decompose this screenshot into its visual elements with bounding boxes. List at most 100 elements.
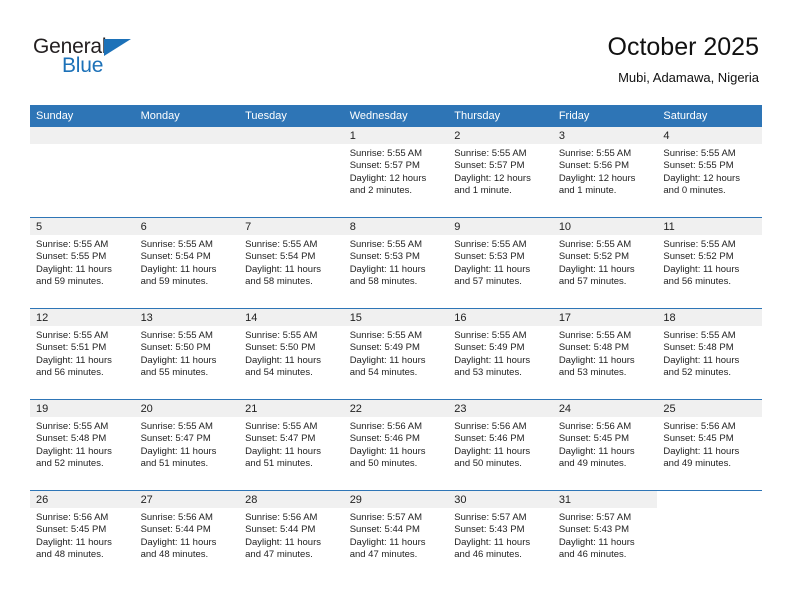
generalblue-logo[interactable]: General Blue bbox=[33, 36, 173, 82]
day-cell: 23 Sunrise: 5:56 AM Sunset: 5:46 PM Dayligh… bbox=[448, 400, 553, 490]
day-number: 11 bbox=[657, 218, 762, 235]
calendar-cell[interactable]: 28 Sunrise: 5:56 AM Sunset: 5:44 PM Dayligh… bbox=[239, 490, 344, 581]
daylight-duration-line1: Daylight: 11 hours bbox=[558, 263, 635, 275]
day-details: Sunrise: 5:56 AM Sunset: 5:45 PM Daylight:… bbox=[553, 417, 658, 470]
day-number: 31 bbox=[552, 491, 658, 508]
calendar-cell[interactable]: 22 Sunrise: 5:56 AM Sunset: 5:46 PM Dayligh… bbox=[343, 399, 449, 491]
sunrise-time: Sunrise: 5:55 AM bbox=[36, 239, 109, 250]
daylight-duration-line2: and 57 minutes. bbox=[454, 275, 522, 287]
calendar-cell[interactable]: 24 Sunrise: 5:56 AM Sunset: 5:45 PM Dayligh… bbox=[552, 399, 658, 491]
calendar-cell[interactable]: 4 Sunrise: 5:55 AM Sunset: 5:55 PM Daylight… bbox=[657, 127, 762, 218]
calendar-cell[interactable]: 9 Sunrise: 5:55 AM Sunset: 5:53 PM Daylight… bbox=[448, 217, 553, 309]
calendar-cell[interactable]: 27 Sunrise: 5:56 AM Sunset: 5:44 PM Dayligh… bbox=[134, 490, 240, 581]
sunset-time: Sunset: 5:43 PM bbox=[558, 524, 630, 536]
calendar-cell[interactable]: 10 Sunrise: 5:55 AM Sunset: 5:52 PM Dayligh… bbox=[552, 217, 658, 309]
day-cell: 20 Sunrise: 5:55 AM Sunset: 5:47 PM Dayligh… bbox=[134, 400, 240, 490]
day-details: Sunrise: 5:55 AM Sunset: 5:52 PM Daylight:… bbox=[553, 235, 658, 288]
day-details: Sunrise: 5:56 AM Sunset: 5:45 PM Daylight:… bbox=[30, 508, 135, 561]
calendar-cell[interactable]: 15 Sunrise: 5:55 AM Sunset: 5:49 PM Dayligh… bbox=[343, 308, 449, 400]
sunset-time: Sunset: 5:52 PM bbox=[558, 251, 630, 263]
calendar-grid: Sunday Monday Tuesday Wednesday Thursday… bbox=[30, 105, 762, 581]
calendar-cell[interactable]: 5 Sunrise: 5:55 AM Sunset: 5:55 PM Daylight… bbox=[30, 217, 135, 309]
daylight-duration-line2: and 48 minutes. bbox=[36, 548, 104, 560]
sunset-time: Sunset: 5:45 PM bbox=[663, 433, 734, 445]
day-cell: 14 Sunrise: 5:55 AM Sunset: 5:50 PM Dayligh… bbox=[239, 309, 344, 399]
calendar-cell[interactable]: 11 Sunrise: 5:55 AM Sunset: 5:52 PM Dayligh… bbox=[657, 217, 762, 309]
calendar-cell[interactable]: 16 Sunrise: 5:55 AM Sunset: 5:49 PM Dayligh… bbox=[448, 308, 553, 400]
day-details: Sunrise: 5:55 AM Sunset: 5:52 PM Daylight:… bbox=[657, 235, 762, 288]
day-cell-empty bbox=[239, 127, 344, 217]
daylight-duration-line2: and 54 minutes. bbox=[245, 366, 313, 378]
sunrise-time: Sunrise: 5:56 AM bbox=[663, 421, 736, 432]
day-number: 17 bbox=[552, 309, 658, 326]
day-details: Sunrise: 5:56 AM Sunset: 5:45 PM Daylight:… bbox=[657, 417, 762, 470]
weekday-header-thursday: Thursday bbox=[448, 105, 553, 127]
sunrise-time: Sunrise: 5:55 AM bbox=[663, 148, 736, 159]
day-details: Sunrise: 5:55 AM Sunset: 5:50 PM Daylight:… bbox=[135, 326, 240, 379]
daylight-duration-line1: Daylight: 11 hours bbox=[36, 354, 112, 366]
daylight-duration-line2: and 48 minutes. bbox=[140, 548, 209, 560]
daylight-duration-line2: and 53 minutes. bbox=[454, 366, 522, 378]
calendar-body: 1 Sunrise: 5:55 AM Sunset: 5:57 PM Daylight… bbox=[30, 127, 762, 581]
calendar-cell[interactable]: 19 Sunrise: 5:55 AM Sunset: 5:48 PM Dayligh… bbox=[30, 399, 135, 491]
day-number: 24 bbox=[552, 400, 658, 417]
day-cell: 18 Sunrise: 5:55 AM Sunset: 5:48 PM Dayligh… bbox=[657, 309, 762, 399]
day-cell: 25 Sunrise: 5:56 AM Sunset: 5:45 PM Dayligh… bbox=[657, 400, 762, 490]
daylight-duration-line2: and 53 minutes. bbox=[558, 366, 627, 378]
calendar-week-row: 5 Sunrise: 5:55 AM Sunset: 5:55 PM Daylight… bbox=[30, 217, 762, 309]
calendar-cell[interactable]: 20 Sunrise: 5:55 AM Sunset: 5:47 PM Dayligh… bbox=[134, 399, 240, 491]
daylight-duration-line1: Daylight: 11 hours bbox=[140, 536, 217, 548]
sunset-time: Sunset: 5:49 PM bbox=[454, 342, 525, 354]
calendar-cell[interactable]: 2 Sunrise: 5:55 AM Sunset: 5:57 PM Daylight… bbox=[448, 127, 553, 218]
calendar-cell[interactable]: 13 Sunrise: 5:55 AM Sunset: 5:50 PM Dayligh… bbox=[134, 308, 240, 400]
calendar-cell[interactable]: 29 Sunrise: 5:57 AM Sunset: 5:44 PM Dayligh… bbox=[343, 490, 449, 581]
day-number bbox=[657, 491, 762, 508]
calendar-cell[interactable]: 23 Sunrise: 5:56 AM Sunset: 5:46 PM Dayligh… bbox=[448, 399, 553, 491]
calendar-cell[interactable]: 6 Sunrise: 5:55 AM Sunset: 5:54 PM Daylight… bbox=[134, 217, 240, 309]
weekday-header-wednesday: Wednesday bbox=[343, 105, 449, 127]
sunset-time: Sunset: 5:51 PM bbox=[36, 342, 107, 354]
calendar-cell[interactable]: 7 Sunrise: 5:55 AM Sunset: 5:54 PM Daylight… bbox=[239, 217, 344, 309]
day-number: 16 bbox=[448, 309, 553, 326]
day-number: 5 bbox=[30, 218, 135, 235]
calendar-week-row: 19 Sunrise: 5:55 AM Sunset: 5:48 PM Dayligh… bbox=[30, 399, 762, 491]
daylight-duration-line1: Daylight: 11 hours bbox=[349, 445, 426, 457]
daylight-duration-line1: Daylight: 11 hours bbox=[245, 536, 321, 548]
sunrise-time: Sunrise: 5:56 AM bbox=[245, 512, 318, 523]
calendar-cell bbox=[134, 127, 240, 218]
sunset-time: Sunset: 5:47 PM bbox=[140, 433, 211, 445]
day-details: Sunrise: 5:55 AM Sunset: 5:48 PM Daylight:… bbox=[553, 326, 658, 379]
daylight-duration-line1: Daylight: 11 hours bbox=[663, 263, 740, 275]
calendar-header-row: Sunday Monday Tuesday Wednesday Thursday… bbox=[30, 105, 762, 127]
daylight-duration-line2: and 56 minutes. bbox=[36, 366, 104, 378]
weekday-header-friday: Friday bbox=[552, 105, 658, 127]
sunset-time: Sunset: 5:57 PM bbox=[454, 160, 525, 172]
calendar-cell[interactable]: 21 Sunrise: 5:55 AM Sunset: 5:47 PM Dayligh… bbox=[239, 399, 344, 491]
sunrise-time: Sunrise: 5:55 AM bbox=[36, 330, 109, 341]
calendar-cell[interactable]: 12 Sunrise: 5:55 AM Sunset: 5:51 PM Dayligh… bbox=[30, 308, 135, 400]
calendar-cell[interactable]: 8 Sunrise: 5:55 AM Sunset: 5:53 PM Daylight… bbox=[343, 217, 449, 309]
calendar-cell[interactable]: 30 Sunrise: 5:57 AM Sunset: 5:43 PM Dayligh… bbox=[448, 490, 553, 581]
sunset-time: Sunset: 5:48 PM bbox=[558, 342, 630, 354]
calendar-cell[interactable]: 26 Sunrise: 5:56 AM Sunset: 5:45 PM Dayligh… bbox=[30, 490, 135, 581]
day-details: Sunrise: 5:55 AM Sunset: 5:57 PM Daylight:… bbox=[448, 144, 553, 197]
calendar-cell[interactable]: 18 Sunrise: 5:55 AM Sunset: 5:48 PM Dayligh… bbox=[657, 308, 762, 400]
sunrise-time: Sunrise: 5:55 AM bbox=[349, 330, 423, 341]
sunset-time: Sunset: 5:43 PM bbox=[454, 524, 525, 536]
daylight-duration-line1: Daylight: 11 hours bbox=[140, 263, 217, 275]
daylight-duration-line2: and 55 minutes. bbox=[140, 366, 209, 378]
calendar-cell bbox=[239, 127, 344, 218]
calendar-cell[interactable]: 3 Sunrise: 5:55 AM Sunset: 5:56 PM Daylight… bbox=[552, 127, 658, 218]
day-details: Sunrise: 5:55 AM Sunset: 5:57 PM Daylight:… bbox=[344, 144, 449, 197]
calendar-cell[interactable]: 14 Sunrise: 5:55 AM Sunset: 5:50 PM Dayligh… bbox=[239, 308, 344, 400]
sunrise-time: Sunrise: 5:56 AM bbox=[140, 512, 213, 523]
calendar-cell[interactable]: 31 Sunrise: 5:57 AM Sunset: 5:43 PM Dayligh… bbox=[552, 490, 658, 581]
day-cell: 30 Sunrise: 5:57 AM Sunset: 5:43 PM Dayligh… bbox=[448, 491, 553, 581]
weekday-header-tuesday: Tuesday bbox=[239, 105, 344, 127]
calendar-cell[interactable]: 1 Sunrise: 5:55 AM Sunset: 5:57 PM Daylight… bbox=[343, 127, 449, 218]
calendar-cell[interactable]: 25 Sunrise: 5:56 AM Sunset: 5:45 PM Dayligh… bbox=[657, 399, 762, 491]
daylight-duration-line2: and 1 minute. bbox=[558, 184, 617, 196]
calendar-cell[interactable]: 17 Sunrise: 5:55 AM Sunset: 5:48 PM Dayligh… bbox=[552, 308, 658, 400]
sunrise-time: Sunrise: 5:55 AM bbox=[36, 421, 109, 432]
day-cell: 16 Sunrise: 5:55 AM Sunset: 5:49 PM Dayligh… bbox=[448, 309, 553, 399]
